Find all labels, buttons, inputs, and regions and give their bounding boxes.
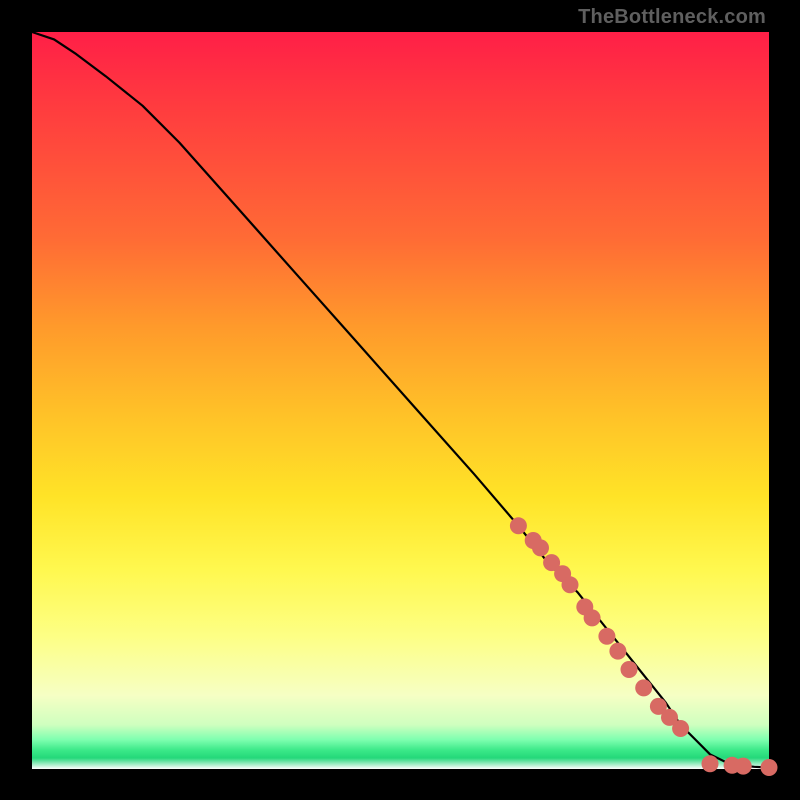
chart-svg: [32, 32, 769, 769]
data-marker: [609, 643, 626, 660]
data-marker: [672, 720, 689, 737]
data-marker: [510, 517, 527, 534]
data-marker: [562, 576, 579, 593]
markers-group: [510, 517, 778, 776]
data-marker: [584, 609, 601, 626]
data-marker: [761, 759, 778, 776]
data-marker: [621, 661, 638, 678]
plot-area: [32, 32, 769, 769]
watermark-text: TheBottleneck.com: [578, 6, 766, 29]
data-marker: [598, 628, 615, 645]
data-marker: [532, 539, 549, 556]
data-marker: [635, 679, 652, 696]
chart-frame: TheBottleneck.com: [0, 0, 800, 800]
data-marker: [735, 758, 752, 775]
curve-path: [32, 32, 769, 768]
data-marker: [702, 755, 719, 772]
